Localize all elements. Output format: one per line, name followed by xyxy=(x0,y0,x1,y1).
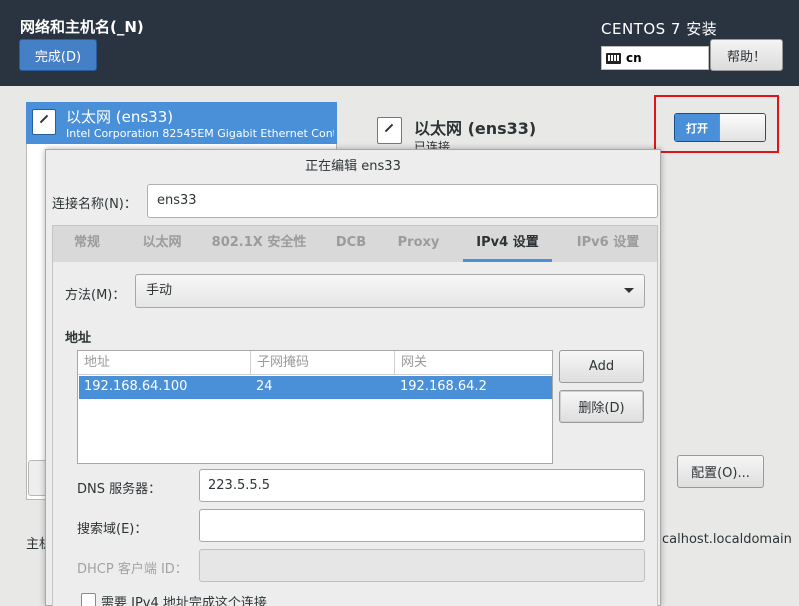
edit-connection-dialog: 正在编辑 ens33 连接名称(N)： ens33 常规 以太网 802.1X … xyxy=(45,149,661,606)
tab-8021x-security[interactable]: 802.1X 安全性 xyxy=(203,226,315,262)
network-wired-icon xyxy=(32,109,56,135)
require-ipv4-label[interactable]: 需要 IPv4 地址完成这个连接 xyxy=(101,592,267,606)
configure-button[interactable]: 配置(O)... xyxy=(677,455,764,488)
cell-gateway[interactable]: 192.168.64.2 xyxy=(395,376,487,398)
toggle-knob xyxy=(719,114,765,141)
device-detail-title: 以太网 (ens33) xyxy=(414,119,537,138)
chevron-down-icon xyxy=(624,288,634,293)
device-list-item[interactable]: 以太网 (ens33) Intel Corporation 82545EM Gi… xyxy=(26,102,337,144)
tab-ethernet[interactable]: 以太网 xyxy=(129,226,195,262)
tab-ipv6-settings[interactable]: IPv6 设置 xyxy=(568,226,648,262)
current-hostname: calhost.localdomain xyxy=(662,532,792,547)
connection-name-input[interactable]: ens33 xyxy=(147,184,658,218)
done-button[interactable]: 完成(D) xyxy=(19,39,97,71)
keyboard-layout-indicator[interactable]: cn xyxy=(601,46,709,70)
device-description: Intel Corporation 82545EM Gigabit Ethern… xyxy=(66,127,334,140)
dhcp-client-id-input xyxy=(199,549,645,582)
tab-bar: 常规 以太网 802.1X 安全性 DCB Proxy IPv4 设置 IPv6… xyxy=(52,225,658,263)
require-ipv4-checkbox[interactable] xyxy=(81,593,96,606)
delete-address-button[interactable]: 删除(D) xyxy=(559,390,644,423)
column-header-gateway[interactable]: 网关 xyxy=(394,351,552,375)
toggle-on-label: 打开 xyxy=(675,114,719,141)
keyboard-icon xyxy=(606,52,621,64)
method-selected-value: 手动 xyxy=(146,283,173,298)
network-wired-icon xyxy=(377,117,402,144)
device-name: 以太网 (ens33) xyxy=(66,108,174,126)
tab-ipv4-settings[interactable]: IPv4 设置 xyxy=(463,226,552,262)
table-row[interactable]: 192.168.64.100 24 192.168.64.2 xyxy=(79,376,552,399)
device-toggle-switch[interactable]: 打开 xyxy=(674,113,766,142)
search-domains-input[interactable] xyxy=(199,509,645,542)
address-section-title: 地址 xyxy=(65,331,92,346)
page-title: 网络和主机名(_N) xyxy=(20,18,144,36)
column-header-address[interactable]: 地址 xyxy=(78,351,250,375)
help-button[interactable]: 帮助！ xyxy=(710,39,783,71)
tab-dcb[interactable]: DCB xyxy=(331,226,371,262)
method-dropdown[interactable]: 手动 xyxy=(135,274,645,308)
cell-address[interactable]: 192.168.64.100 xyxy=(79,376,187,398)
header-bar: 网络和主机名(_N) 完成(D) CENTOS 7 安装 cn 帮助！ xyxy=(0,0,799,86)
keyboard-layout-label: cn xyxy=(626,51,642,65)
add-address-button[interactable]: Add xyxy=(559,350,644,383)
dhcp-client-id-label: DHCP 客户端 ID： xyxy=(77,562,188,577)
dns-servers-input[interactable]: 223.5.5.5 xyxy=(199,469,645,502)
connection-name-label: 连接名称(N)： xyxy=(52,197,137,212)
cell-netmask[interactable]: 24 xyxy=(251,376,273,398)
hostname-label: 主机 xyxy=(26,537,46,552)
dns-servers-label: DNS 服务器： xyxy=(77,482,162,497)
tab-proxy[interactable]: Proxy xyxy=(391,226,446,262)
method-label: 方法(M)： xyxy=(65,288,126,303)
column-header-netmask[interactable]: 子网掩码 xyxy=(250,351,394,375)
product-title: CENTOS 7 安装 xyxy=(601,20,718,38)
tab-general[interactable]: 常规 xyxy=(59,226,115,262)
dialog-title: 正在编辑 ens33 xyxy=(305,159,401,174)
address-table: 地址 子网掩码 网关 192.168.64.100 24 192.168.64.… xyxy=(77,350,553,464)
search-domains-label: 搜索域(E)： xyxy=(77,522,148,537)
